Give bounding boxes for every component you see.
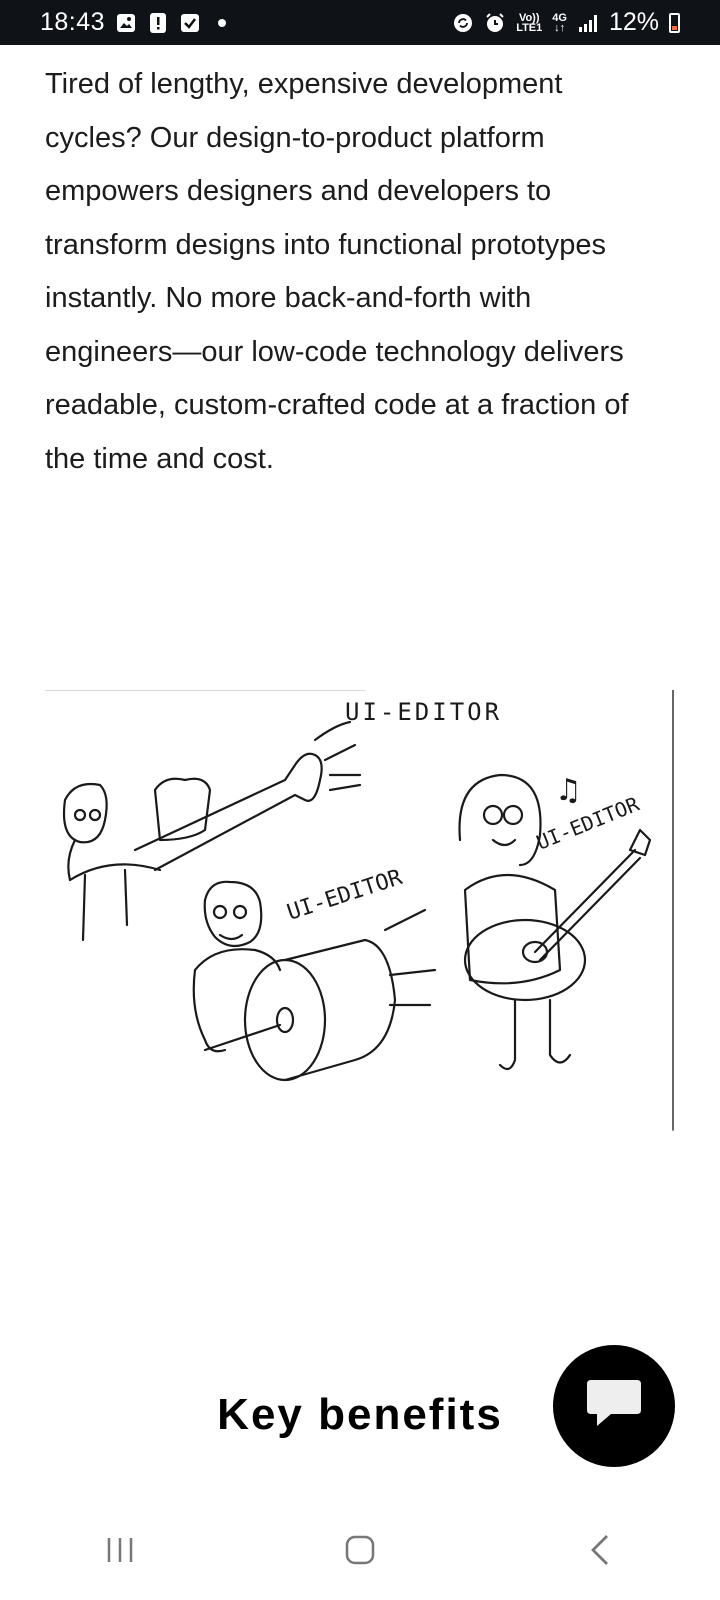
illustration-label-2: UI-EDITOR xyxy=(284,865,406,926)
network-type: 4G ↓↑ xyxy=(552,11,567,34)
music-notes-icon: ♫ xyxy=(555,773,582,808)
sync-icon xyxy=(452,12,474,34)
status-left: 18:43 xyxy=(40,8,233,37)
recent-apps-icon xyxy=(105,1535,135,1570)
battery-percent: 12% xyxy=(608,8,659,36)
intro-section: Tired of lengthy, expensive development … xyxy=(45,58,665,486)
status-right: Vo)) LTE1 4G ↓↑ 12% xyxy=(452,8,680,37)
status-bar: 18:43 Vo)) LTE1 4G ↓↑ 12% xyxy=(0,0,720,45)
volte-indicator: Vo)) LTE1 xyxy=(516,11,543,34)
alert-icon xyxy=(147,12,169,34)
dot-icon xyxy=(211,12,233,34)
home-icon xyxy=(344,1534,376,1571)
recent-apps-button[interactable] xyxy=(80,1523,160,1583)
alarm-icon xyxy=(484,12,506,34)
back-button[interactable] xyxy=(560,1523,640,1583)
navigation-bar xyxy=(0,1505,720,1600)
check-icon xyxy=(179,12,201,34)
illustration-image: UI-EDITOR UI-EDITOR ♫ UI-EDITOR xyxy=(44,689,675,1135)
battery-icon xyxy=(669,12,680,33)
intro-paragraph: Tired of lengthy, expensive development … xyxy=(45,68,629,475)
gallery-icon xyxy=(115,12,137,34)
home-button[interactable] xyxy=(320,1523,400,1583)
illustration-label-3: UI-EDITOR xyxy=(533,791,643,854)
chat-button[interactable] xyxy=(553,1345,675,1467)
status-time: 18:43 xyxy=(40,8,106,36)
chat-bubble-icon xyxy=(585,1378,643,1435)
signal-icon xyxy=(577,12,599,34)
back-icon xyxy=(588,1533,612,1572)
illustration-label-1: UI-EDITOR xyxy=(345,698,502,726)
